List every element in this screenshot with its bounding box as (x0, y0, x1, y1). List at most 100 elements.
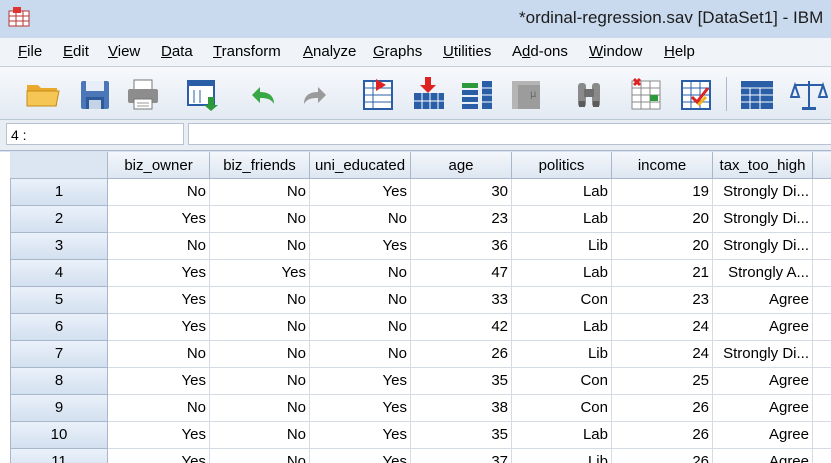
data-cell[interactable]: 19 (612, 179, 713, 206)
insert-variable-icon[interactable] (678, 75, 716, 113)
data-cell[interactable]: Strongly Di... (713, 206, 813, 233)
data-cell[interactable]: No (210, 341, 310, 368)
data-cell[interactable]: 42 (411, 314, 512, 341)
data-cell[interactable]: 23 (612, 287, 713, 314)
data-cell[interactable]: 36 (411, 233, 512, 260)
menu-data[interactable]: Data (161, 43, 193, 60)
row-header[interactable]: 2 (10, 206, 108, 233)
data-cell[interactable]: No (310, 341, 411, 368)
data-cell[interactable]: Lab (512, 206, 612, 233)
data-cell[interactable]: Strongly A... (713, 260, 813, 287)
data-cell[interactable]: 35 (411, 422, 512, 449)
data-cell-empty[interactable] (813, 449, 831, 463)
data-cell-empty[interactable] (813, 395, 831, 422)
data-cell[interactable]: Strongly Di... (713, 179, 813, 206)
data-cell[interactable]: Yes (108, 449, 210, 463)
value-labels-icon[interactable]: μ (508, 75, 546, 113)
menu-edit[interactable]: Edit (63, 43, 89, 60)
data-cell[interactable]: Yes (108, 368, 210, 395)
data-cell[interactable]: Agree (713, 314, 813, 341)
weight-cases-icon[interactable] (790, 75, 828, 113)
data-cell[interactable]: 35 (411, 368, 512, 395)
data-cell[interactable]: Yes (310, 449, 411, 463)
data-cell[interactable]: Yes (310, 368, 411, 395)
data-cell[interactable]: No (210, 287, 310, 314)
data-cell[interactable]: No (210, 395, 310, 422)
data-cell[interactable]: Yes (108, 422, 210, 449)
data-cell[interactable]: No (210, 233, 310, 260)
goto-variable-icon[interactable] (410, 75, 448, 113)
data-cell[interactable]: Agree (713, 368, 813, 395)
data-cell[interactable]: Agree (713, 395, 813, 422)
row-header[interactable]: 7 (10, 341, 108, 368)
row-header[interactable]: 11 (10, 449, 108, 463)
cell-reference-box[interactable]: 4 : (6, 123, 184, 145)
column-header-age[interactable]: age (411, 152, 512, 179)
data-cell[interactable]: Lab (512, 422, 612, 449)
menu-window[interactable]: Window (589, 43, 642, 60)
data-cell[interactable]: 37 (411, 449, 512, 463)
data-cell[interactable]: Lib (512, 341, 612, 368)
data-cell[interactable]: Agree (713, 422, 813, 449)
data-cell[interactable]: No (108, 341, 210, 368)
data-cell[interactable]: 33 (411, 287, 512, 314)
redo-icon[interactable] (296, 75, 334, 113)
data-cell[interactable]: Yes (108, 314, 210, 341)
menu-file[interactable]: File (18, 43, 42, 60)
data-cell[interactable]: Con (512, 287, 612, 314)
variables-icon[interactable] (458, 75, 496, 113)
data-cell[interactable]: 26 (411, 341, 512, 368)
print-icon[interactable] (124, 75, 162, 113)
data-cell[interactable]: Lab (512, 314, 612, 341)
row-header[interactable]: 1 (10, 179, 108, 206)
data-cell[interactable]: No (210, 422, 310, 449)
data-cell[interactable]: No (210, 449, 310, 463)
data-cell[interactable]: No (310, 287, 411, 314)
data-cell-empty[interactable] (813, 179, 831, 206)
data-cell[interactable]: Con (512, 368, 612, 395)
menu-view[interactable]: View (108, 43, 140, 60)
data-cell[interactable]: 20 (612, 206, 713, 233)
menu-transform[interactable]: Transform (213, 43, 281, 60)
row-header[interactable]: 3 (10, 233, 108, 260)
data-cell[interactable]: Yes (108, 287, 210, 314)
data-cell[interactable]: No (310, 206, 411, 233)
data-cell[interactable]: 26 (612, 449, 713, 463)
data-cell[interactable]: 24 (612, 314, 713, 341)
row-header[interactable]: 4 (10, 260, 108, 287)
data-cell[interactable]: No (210, 206, 310, 233)
data-cell[interactable]: No (108, 233, 210, 260)
data-cell[interactable]: No (108, 179, 210, 206)
row-header[interactable]: 9 (10, 395, 108, 422)
data-cell[interactable]: Yes (210, 260, 310, 287)
data-cell-empty[interactable] (813, 260, 831, 287)
row-header[interactable]: 8 (10, 368, 108, 395)
menu-utilities[interactable]: Utilities (443, 43, 491, 60)
data-cell[interactable]: Lab (512, 260, 612, 287)
data-cell[interactable]: Yes (108, 206, 210, 233)
column-header-biz-owner[interactable]: biz_owner (108, 152, 210, 179)
data-cell[interactable]: Lib (512, 233, 612, 260)
column-header-biz-friends[interactable]: biz_friends (210, 152, 310, 179)
data-cell[interactable]: Yes (310, 179, 411, 206)
data-cell-empty[interactable] (813, 233, 831, 260)
cell-value-input[interactable] (188, 123, 831, 145)
data-cell[interactable]: Lib (512, 449, 612, 463)
data-cell[interactable]: Con (512, 395, 612, 422)
menu-help[interactable]: Help (664, 43, 695, 60)
data-cell[interactable]: Strongly Di... (713, 341, 813, 368)
data-cell[interactable]: 25 (612, 368, 713, 395)
data-cell[interactable]: Lab (512, 179, 612, 206)
column-header-politics[interactable]: politics (512, 152, 612, 179)
data-cell[interactable]: 26 (612, 422, 713, 449)
data-cell-empty[interactable] (813, 422, 831, 449)
grid-corner[interactable] (10, 152, 108, 179)
row-header[interactable]: 5 (10, 287, 108, 314)
data-cell[interactable]: Agree (713, 449, 813, 463)
data-cell[interactable]: Yes (310, 395, 411, 422)
spss-app-icon[interactable] (8, 7, 30, 27)
data-cell[interactable]: 20 (612, 233, 713, 260)
data-cell[interactable]: 47 (411, 260, 512, 287)
menu-add-ons[interactable]: Add-ons (512, 43, 568, 60)
data-cell[interactable]: Yes (108, 260, 210, 287)
